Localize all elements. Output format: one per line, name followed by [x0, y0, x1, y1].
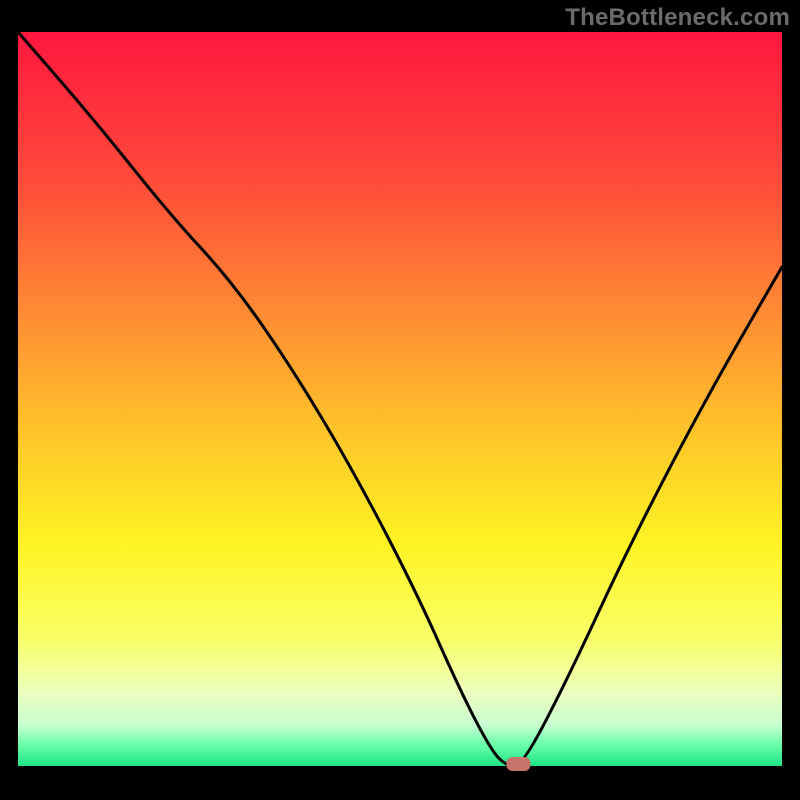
optimal-marker: [506, 757, 530, 771]
bottleneck-chart: [0, 0, 800, 800]
chart-frame: TheBottleneck.com: [0, 0, 800, 800]
gradient-background: [18, 32, 782, 766]
